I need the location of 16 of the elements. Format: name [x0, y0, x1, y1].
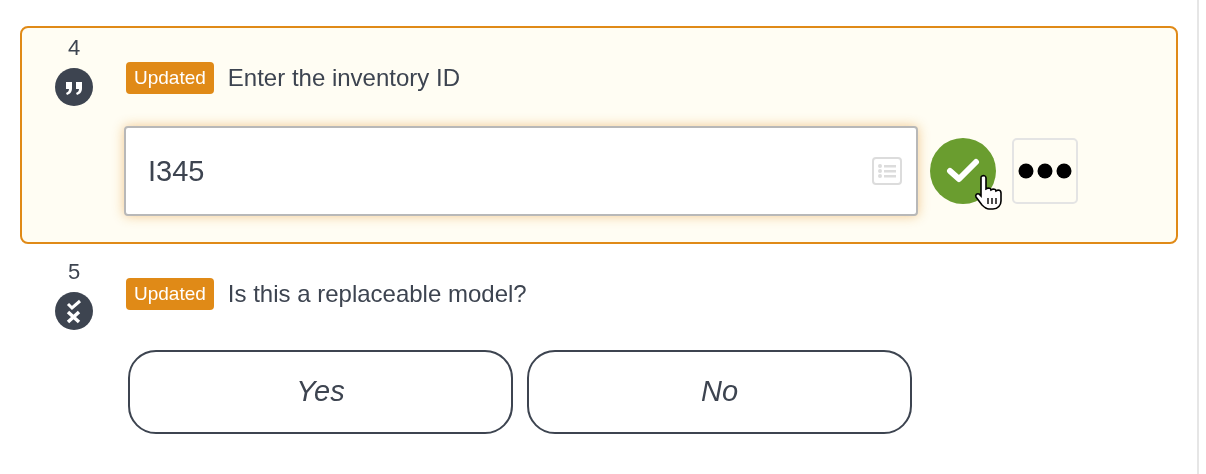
question-number: 5	[67, 260, 81, 284]
more-button[interactable]	[1012, 138, 1078, 204]
updated-tag: Updated	[126, 278, 214, 310]
updated-tag: Updated	[126, 62, 214, 94]
more-icon	[1018, 163, 1072, 179]
pointer-cursor-icon	[974, 174, 1004, 210]
list-icon	[872, 157, 902, 185]
question-number: 4	[67, 36, 81, 60]
check-cross-icon	[55, 292, 93, 330]
question-text: Enter the inventory ID	[227, 63, 460, 93]
quote-icon	[55, 68, 93, 106]
question-text: Is this a replaceable model?	[227, 279, 527, 309]
answer-field[interactable]: I345	[124, 126, 918, 216]
check-icon	[946, 158, 980, 184]
option-button[interactable]: No	[527, 350, 912, 434]
option-button[interactable]: Yes	[128, 350, 513, 434]
